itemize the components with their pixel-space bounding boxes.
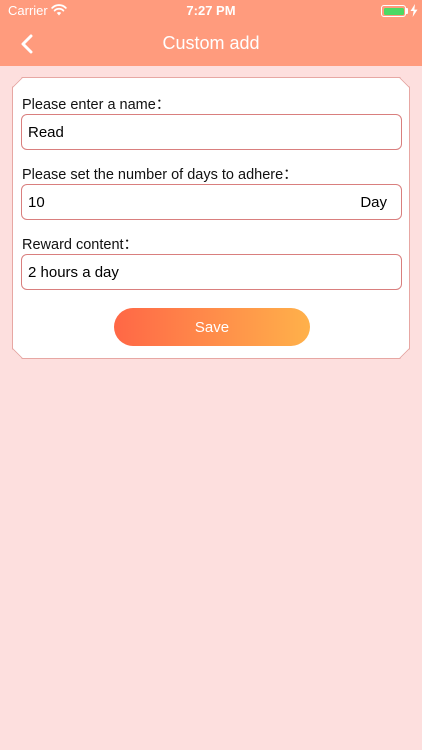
days-input[interactable]: 10 Day	[21, 184, 402, 220]
status-time: 7:27 PM	[186, 3, 236, 18]
reward-label: Reward content：	[22, 237, 139, 253]
reward-value: 2 hours a day	[28, 263, 119, 281]
screen: Carrier 7:27 PM Custom add Please enter …	[0, 0, 422, 750]
name-input[interactable]: Read	[21, 114, 402, 150]
corner-edge	[399, 348, 410, 359]
days-value: 10	[28, 193, 45, 211]
name-value: Read	[28, 123, 64, 141]
days-unit: Day	[360, 193, 387, 211]
charging-bolt-icon	[410, 4, 418, 17]
save-button[interactable]: Save	[114, 308, 310, 346]
top-bar: Carrier 7:27 PM Custom add	[0, 0, 422, 66]
days-label: Please set the number of days to adhere：	[22, 167, 298, 183]
reward-input[interactable]: 2 hours a day	[21, 254, 402, 290]
corner-edge	[12, 348, 23, 359]
custom-add-form: Please enter a name： Read Please set the…	[12, 77, 410, 359]
battery-level	[383, 7, 404, 15]
name-label: Please enter a name：	[22, 97, 171, 113]
corner-edge	[399, 77, 410, 88]
battery-icon	[381, 5, 406, 17]
corner-edge	[12, 77, 23, 88]
status-bar: Carrier 7:27 PM	[0, 0, 422, 22]
battery-tip	[406, 8, 408, 14]
page-title: Custom add	[162, 33, 260, 53]
